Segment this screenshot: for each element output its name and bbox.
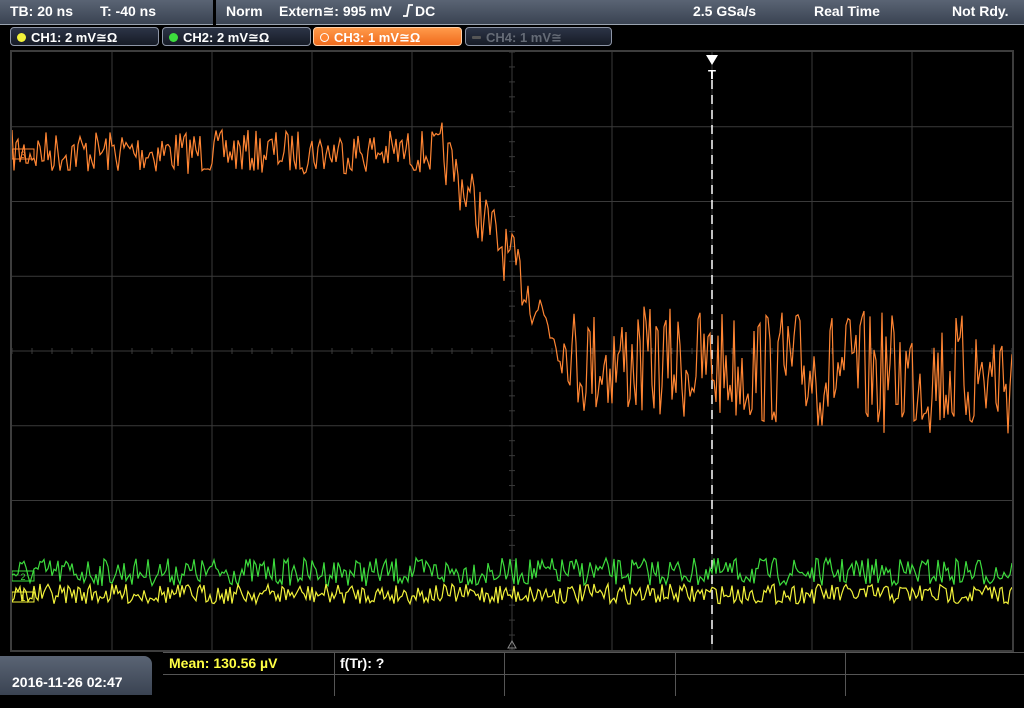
- channel-3-offset-label: 3: [20, 150, 25, 160]
- channel-4-button[interactable]: CH4: 1 mV≅: [465, 27, 612, 46]
- measurement-table[interactable]: Mean: 130.56 µV f(Tr): ?: [163, 652, 1024, 696]
- channel-3-label: CH3: 1 mV≅Ω: [334, 30, 421, 45]
- trigger-marker-icon[interactable]: T: [706, 55, 718, 82]
- trigger-source[interactable]: Extern≅: 995 mV: [279, 3, 392, 20]
- channel-4-label: CH4: 1 mV≅: [486, 30, 562, 45]
- rising-edge-icon: [402, 3, 414, 20]
- sample-rate[interactable]: 2.5 GSa/s: [693, 3, 756, 19]
- measurement-row-divider: [163, 674, 1024, 675]
- waveform-plot: T 3 2 1: [12, 52, 1012, 650]
- trigger-marker-label: T: [708, 67, 716, 82]
- channel-2-button[interactable]: CH2: 2 mV≅Ω: [162, 27, 311, 46]
- timebase-readout[interactable]: TB: 20 ns: [10, 3, 73, 19]
- channel-4-off-icon: [472, 36, 481, 39]
- status-bar: TB: 20 ns T: -40 ns Norm Extern≅: 995 mV…: [0, 0, 1024, 25]
- bottom-bar: 2016-11-26 02:47 Mean: 130.56 µV f(Tr): …: [0, 652, 1024, 696]
- trigger-coupling[interactable]: DC: [415, 3, 435, 19]
- measurement-mean[interactable]: Mean: 130.56 µV: [169, 655, 277, 671]
- channel-1-label: CH1: 2 mV≅Ω: [31, 30, 118, 45]
- datetime-display[interactable]: 2016-11-26 02:47: [0, 656, 152, 695]
- channel-1-offset-label: 1: [20, 593, 25, 603]
- acquisition-mode[interactable]: Real Time: [814, 3, 880, 19]
- channel-2-offset-label: 2: [20, 572, 25, 582]
- trigger-mode[interactable]: Norm: [226, 3, 263, 19]
- trigger-position-readout[interactable]: T: -40 ns: [100, 3, 156, 19]
- channel-1-button[interactable]: CH1: 2 mV≅Ω: [10, 27, 159, 46]
- channel-3-button[interactable]: CH3: 1 mV≅Ω: [313, 27, 462, 46]
- timebase-panel[interactable]: TB: 20 ns T: -40 ns: [0, 0, 213, 25]
- acquisition-status: Not Rdy.: [952, 3, 1009, 19]
- channel-3-color-dot: [320, 33, 329, 42]
- trigger-panel[interactable]: Norm Extern≅: 995 mV DC 2.5 GSa/s Real T…: [216, 0, 1024, 25]
- channel-2-label: CH2: 2 mV≅Ω: [183, 30, 270, 45]
- measurement-frequency[interactable]: f(Tr): ?: [340, 655, 384, 671]
- waveform-display[interactable]: T 3 2 1: [10, 50, 1014, 652]
- channel-bar: CH1: 2 mV≅Ω CH2: 2 mV≅Ω CH3: 1 mV≅Ω CH4:…: [0, 25, 1024, 50]
- channel-1-color-dot: [17, 33, 26, 42]
- channel-2-color-dot: [169, 33, 178, 42]
- datetime-text: 2016-11-26 02:47: [12, 674, 123, 690]
